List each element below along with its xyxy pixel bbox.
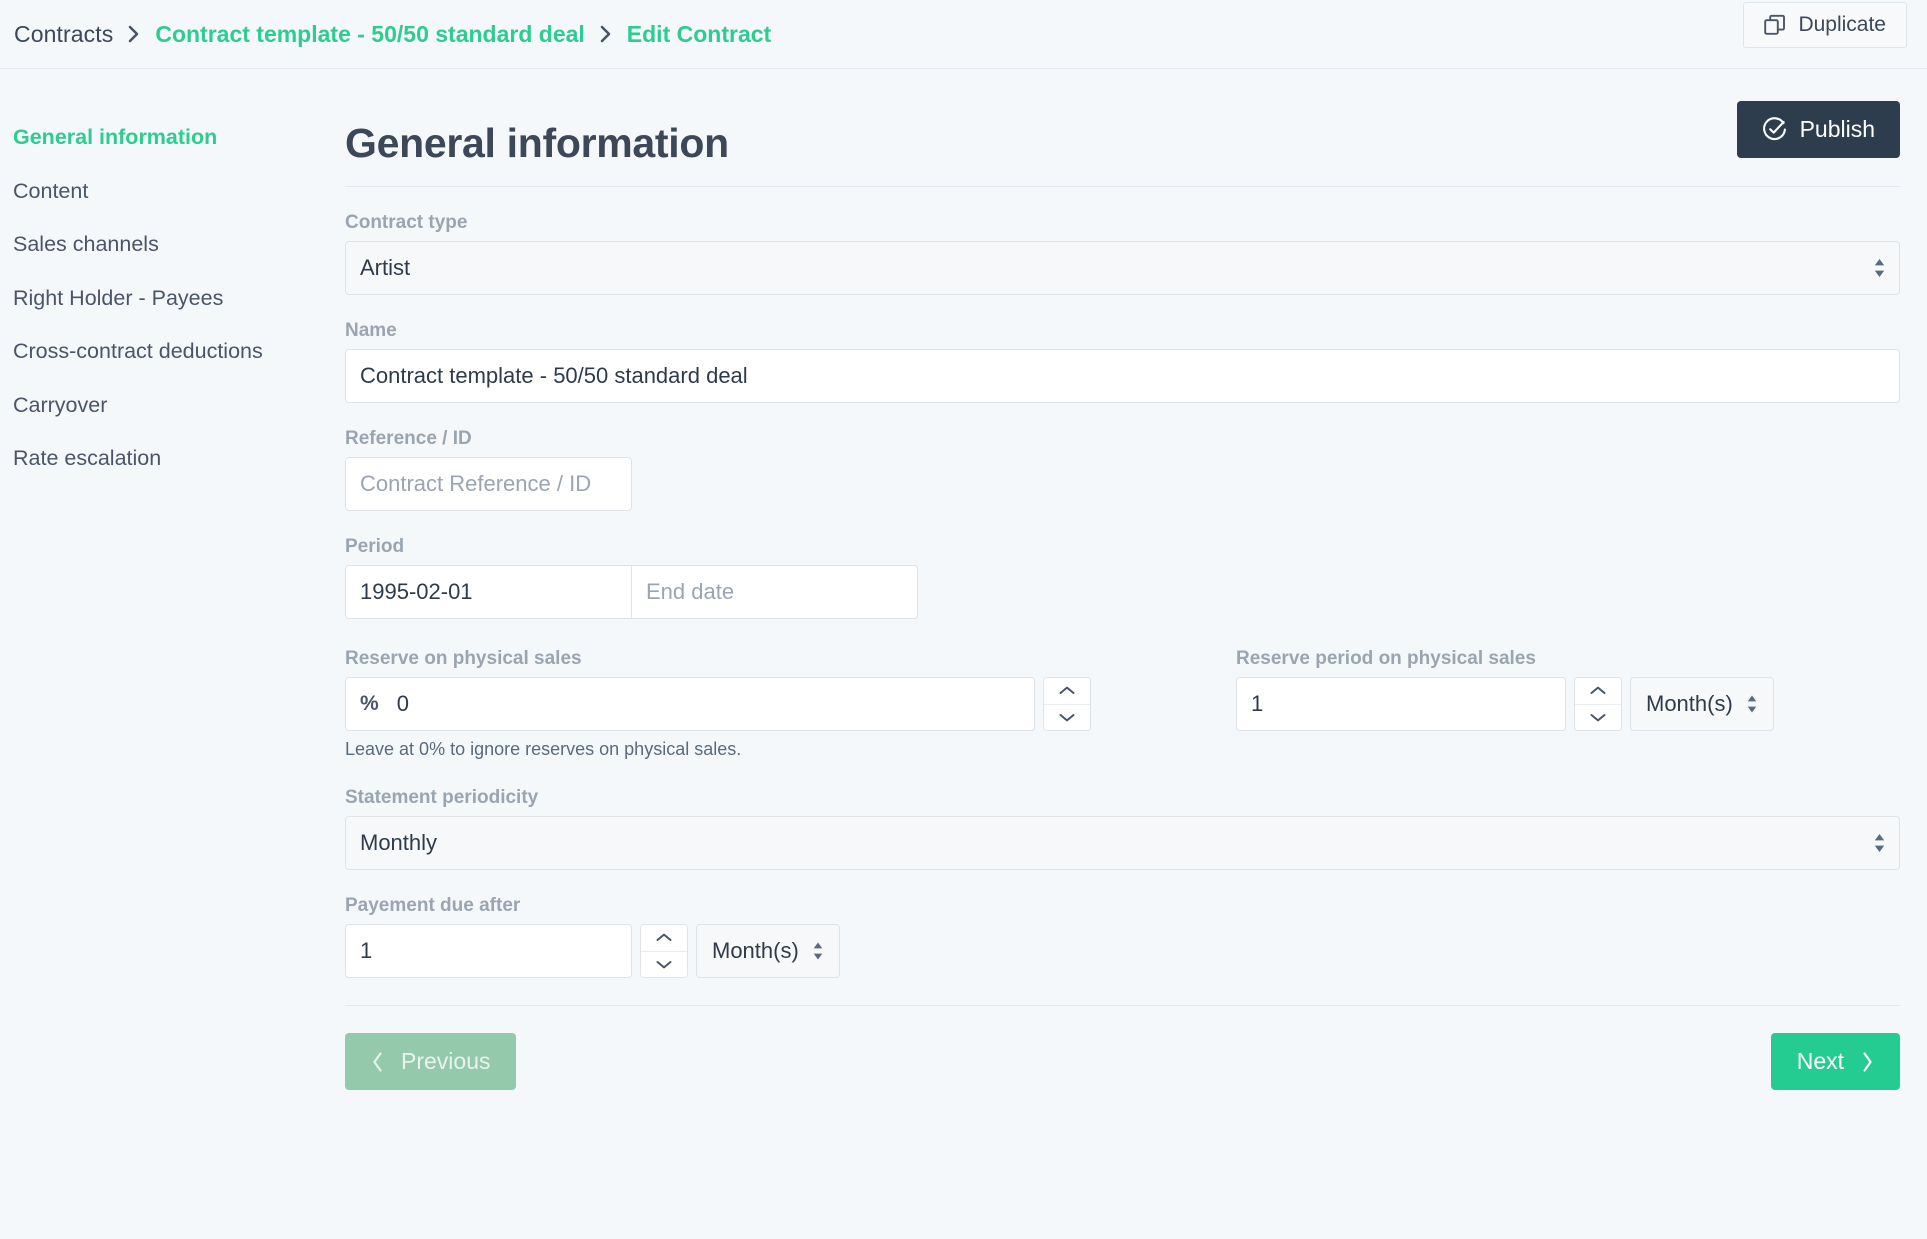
stepper-up-button[interactable]	[641, 925, 687, 952]
stepper-up-button[interactable]	[1044, 678, 1090, 705]
reserve-physical-label: Reserve on physical sales	[345, 648, 582, 669]
period-end-date-input[interactable]: End date	[631, 565, 918, 619]
payement-due-control-row: 1 Month(s)	[345, 924, 1900, 978]
stepper-down-button[interactable]	[1044, 704, 1090, 730]
duplicate-button[interactable]: Duplicate	[1743, 2, 1907, 48]
name-value: Contract template - 50/50 standard deal	[360, 363, 748, 388]
reserve-period-label: Reserve period on physical sales	[1236, 648, 1536, 669]
chevron-left-icon	[371, 1051, 384, 1073]
payement-due-unit-select[interactable]: Month(s)	[696, 924, 840, 978]
select-arrows-icon	[812, 941, 824, 961]
publish-button[interactable]: Publish	[1736, 101, 1900, 158]
reserve-period-input[interactable]: 1	[1236, 677, 1566, 731]
reserve-period-unit-select[interactable]: Month(s)	[1630, 677, 1774, 731]
select-arrows-icon	[1873, 257, 1886, 279]
chevron-up-icon	[1059, 686, 1075, 695]
period-row: 1995-02-01 End date	[345, 565, 1900, 619]
field-payement-due-after: Payement due after 1 Month(s)	[345, 896, 1900, 978]
name-input[interactable]: Contract template - 50/50 standard deal	[345, 349, 1900, 403]
duplicate-button-label: Duplicate	[1798, 13, 1886, 36]
breadcrumb-item-edit-contract[interactable]: Edit Contract	[627, 21, 771, 48]
reserve-row: Reserve on physical sales % 0 Leave at 0…	[345, 649, 1900, 758]
sidebar-item-carryover[interactable]: Carryover	[13, 394, 345, 417]
field-period: Period 1995-02-01 End date	[345, 537, 1900, 619]
reserve-physical-help-text: Leave at 0% to ignore reserves on physic…	[345, 739, 742, 759]
top-bar: Contracts Contract template - 50/50 stan…	[0, 0, 1927, 69]
publish-button-label: Publish	[1799, 116, 1875, 142]
stepper-up-button[interactable]	[1575, 678, 1621, 705]
reserve-period-control-row: 1 Month(s)	[1236, 677, 1774, 731]
reference-id-label: Reference / ID	[345, 428, 472, 449]
breadcrumb: Contracts Contract template - 50/50 stan…	[14, 21, 771, 48]
reference-id-input[interactable]: Contract Reference / ID	[345, 457, 632, 511]
page-title: General information	[345, 120, 729, 166]
payement-due-unit-value: Month(s)	[712, 938, 799, 963]
statement-periodicity-label: Statement periodicity	[345, 787, 539, 808]
chevron-right-icon-2	[599, 24, 613, 44]
contract-type-value: Artist	[360, 255, 411, 280]
field-reserve-on-physical-sales: Reserve on physical sales % 0 Leave at 0…	[345, 649, 1150, 758]
select-arrows-icon	[1873, 832, 1886, 854]
sidebar: General information Content Sales channe…	[0, 113, 345, 1090]
chevron-up-icon	[656, 933, 672, 942]
field-contract-type: Contract type Artist	[345, 213, 1900, 295]
statement-periodicity-select[interactable]: Monthly	[345, 816, 1900, 870]
reserve-physical-input[interactable]: % 0	[345, 677, 1035, 731]
general-information-form: Contract type Artist Name Contract templ…	[345, 187, 1900, 1090]
statement-periodicity-value: Monthly	[360, 830, 438, 855]
reference-id-placeholder: Contract Reference / ID	[360, 471, 592, 496]
check-circle-icon	[1762, 117, 1787, 142]
sidebar-item-content[interactable]: Content	[13, 180, 345, 203]
previous-button[interactable]: Previous	[345, 1033, 517, 1090]
page-layout: General information Content Sales channe…	[0, 69, 1927, 1090]
chevron-down-icon	[656, 960, 672, 969]
copy-icon	[1764, 14, 1786, 36]
chevron-up-icon	[1590, 686, 1606, 695]
field-name: Name Contract template - 50/50 standard …	[345, 321, 1900, 403]
breadcrumb-item-contracts[interactable]: Contracts	[14, 21, 113, 48]
field-reserve-period-on-physical-sales: Reserve period on physical sales 1 Month…	[1236, 649, 1774, 758]
chevron-right-icon	[1861, 1051, 1874, 1073]
field-statement-periodicity: Statement periodicity Monthly	[345, 788, 1900, 870]
contract-type-label: Contract type	[345, 212, 468, 233]
payement-due-value: 1	[360, 938, 373, 963]
breadcrumb-item-contract-template[interactable]: Contract template - 50/50 standard deal	[155, 21, 584, 48]
payement-due-input[interactable]: 1	[345, 924, 632, 978]
field-reference-id: Reference / ID Contract Reference / ID	[345, 429, 1900, 511]
wizard-footer: Previous Next	[345, 1005, 1900, 1090]
reserve-physical-value: 0	[396, 691, 409, 716]
sidebar-item-right-holder-payees[interactable]: Right Holder - Payees	[13, 287, 345, 310]
select-arrows-icon	[1746, 694, 1758, 714]
period-start-date-value: 1995-02-01	[360, 579, 473, 604]
stepper-down-button[interactable]	[641, 951, 687, 977]
percent-icon: %	[360, 692, 379, 715]
contract-type-select[interactable]: Artist	[345, 241, 1900, 295]
period-end-date-placeholder: End date	[646, 579, 735, 604]
payement-due-after-label: Payement due after	[345, 895, 521, 916]
chevron-down-icon	[1059, 713, 1075, 722]
stepper-down-button[interactable]	[1575, 704, 1621, 730]
chevron-right-icon	[127, 24, 141, 44]
main-header: General information Publish	[345, 101, 1900, 187]
reserve-period-unit-value: Month(s)	[1646, 691, 1733, 716]
next-button[interactable]: Next	[1770, 1033, 1900, 1090]
next-button-label: Next	[1796, 1048, 1844, 1074]
previous-button-label: Previous	[401, 1048, 491, 1074]
sidebar-item-general-information[interactable]: General information	[13, 126, 345, 149]
chevron-down-icon	[1590, 713, 1606, 722]
reserve-physical-control-row: % 0	[345, 677, 1150, 731]
period-label: Period	[345, 536, 405, 557]
reserve-period-value: 1	[1251, 691, 1264, 716]
payement-due-stepper[interactable]	[640, 924, 688, 978]
sidebar-item-rate-escalation[interactable]: Rate escalation	[13, 447, 345, 470]
sidebar-item-cross-contract-deductions[interactable]: Cross-contract deductions	[13, 340, 345, 363]
period-start-date-input[interactable]: 1995-02-01	[345, 565, 632, 619]
sidebar-item-sales-channels[interactable]: Sales channels	[13, 233, 345, 256]
reserve-period-stepper[interactable]	[1574, 677, 1622, 731]
name-label: Name	[345, 320, 397, 341]
main-content: General information Publish Contract typ…	[345, 101, 1927, 1090]
reserve-physical-stepper[interactable]	[1043, 677, 1091, 731]
